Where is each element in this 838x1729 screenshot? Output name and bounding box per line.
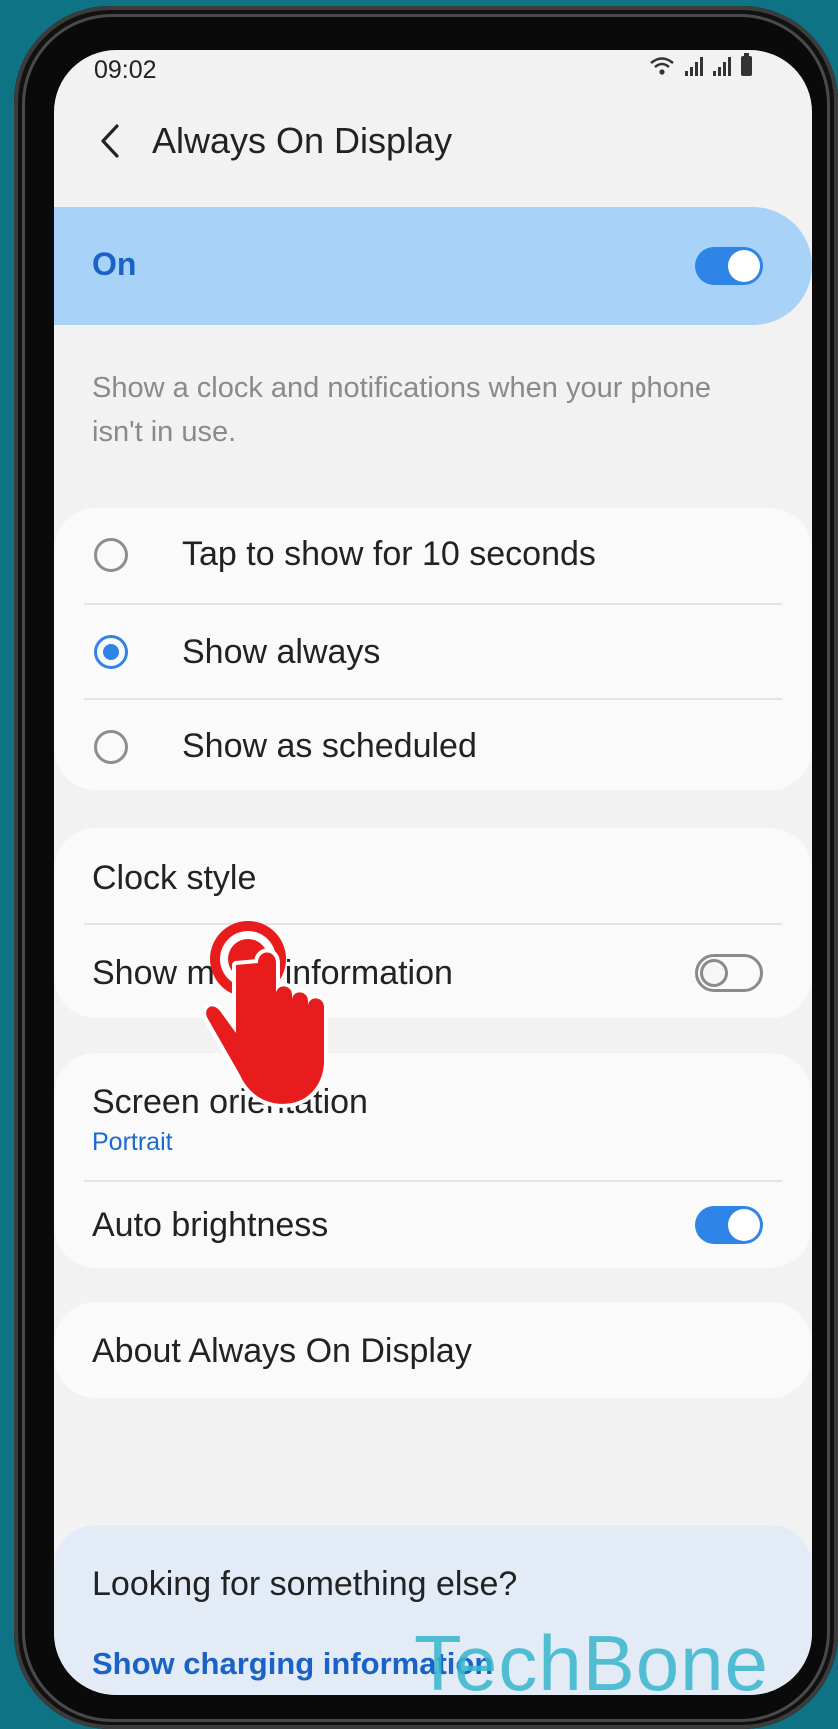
- status-time: 09:02: [94, 56, 157, 84]
- signal-icon-2: [713, 56, 731, 76]
- wifi-icon: [650, 57, 674, 75]
- tap-hand-icon: [200, 915, 330, 1120]
- option-tap-to-show[interactable]: Tap to show for 10 seconds: [54, 508, 812, 602]
- option-label: Show always: [182, 633, 381, 671]
- auto-brightness-item[interactable]: Auto brightness: [92, 1206, 328, 1245]
- chevron-left-icon: [101, 124, 119, 158]
- back-button[interactable]: [90, 118, 130, 164]
- auto-brightness-toggle[interactable]: [695, 1206, 763, 1244]
- master-toggle[interactable]: [695, 247, 763, 285]
- screen-orientation-value: Portrait: [92, 1128, 173, 1156]
- option-show-as-scheduled[interactable]: Show as scheduled: [54, 700, 812, 790]
- phone-screen: 09:02 Always On Display On Show a clock …: [54, 50, 812, 1695]
- divider: [84, 923, 782, 925]
- divider: [84, 1180, 782, 1182]
- option-show-always[interactable]: Show always: [54, 605, 812, 699]
- master-switch-label: On: [92, 246, 137, 282]
- radio-button-selected[interactable]: [94, 635, 128, 669]
- clock-style-item[interactable]: Clock style: [92, 859, 256, 898]
- option-label: Tap to show for 10 seconds: [182, 535, 596, 573]
- status-icons: [649, 53, 752, 76]
- about-item[interactable]: About Always On Display: [92, 1332, 472, 1371]
- watermark: TechBone: [414, 1619, 769, 1695]
- signal-icon: [685, 56, 703, 76]
- battery-icon: [741, 53, 752, 76]
- show-music-toggle[interactable]: [695, 954, 763, 992]
- description-text: Show a clock and notifications when your…: [92, 372, 712, 448]
- page-title: Always On Display: [152, 120, 453, 161]
- radio-button[interactable]: [94, 538, 128, 572]
- suggestion-title: Looking for something else?: [92, 1565, 518, 1603]
- option-label: Show as scheduled: [182, 727, 477, 765]
- radio-button[interactable]: [94, 730, 128, 764]
